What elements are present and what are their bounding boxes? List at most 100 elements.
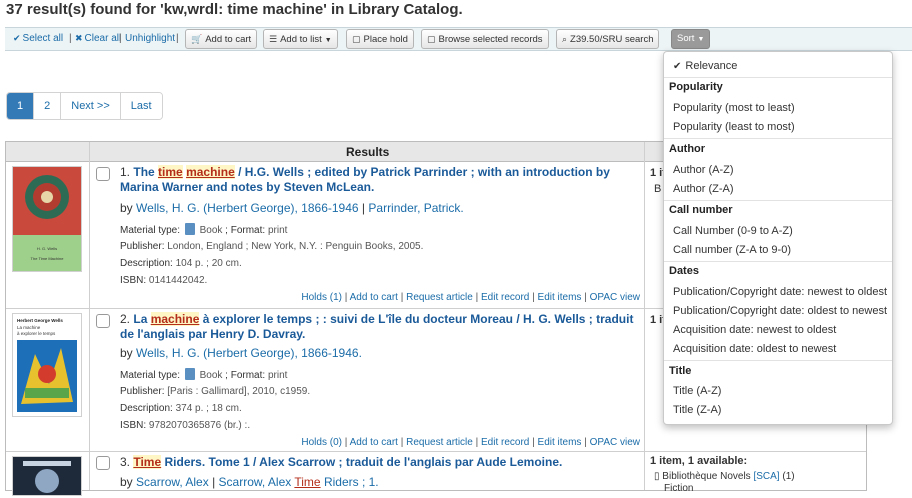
browse-icon: ▢ bbox=[427, 34, 436, 44]
sort-button[interactable]: Sort ▼ bbox=[671, 29, 711, 49]
publisher: Publisher: London, England ; New York, N… bbox=[120, 241, 424, 252]
page-2-link[interactable]: 2 bbox=[34, 93, 62, 119]
sort-option-pubdate-asc[interactable]: Publication/Copyright date: oldest to ne… bbox=[673, 305, 887, 317]
sort-group-popularity: Popularity bbox=[669, 81, 723, 93]
edit-items-link[interactable]: Edit items bbox=[538, 292, 582, 303]
caret-down-icon: ▼ bbox=[697, 36, 705, 43]
toolbar-separator: | bbox=[69, 33, 72, 44]
sort-group-callnumber: Call number bbox=[669, 204, 733, 216]
sort-group-dates: Dates bbox=[669, 265, 699, 277]
place-hold-button[interactable]: ▢ Place hold bbox=[346, 29, 414, 49]
book-cover-illustration: Herbert George Wells La machine à explor… bbox=[13, 314, 81, 416]
sort-dropdown-menu: ✔ Relevance Popularity Popularity (most t… bbox=[663, 51, 893, 425]
cover-image[interactable]: Herbert George Wells La machine à explor… bbox=[12, 313, 82, 417]
edit-items-link[interactable]: Edit items bbox=[538, 437, 582, 448]
cover-image[interactable]: H. G. Wells The Time Machine bbox=[12, 166, 82, 272]
isbn: ISBN: 9782070365876 (br.) :. bbox=[120, 420, 251, 431]
sort-group-author: Author bbox=[669, 143, 706, 155]
sort-option-popularity-asc[interactable]: Popularity (least to most) bbox=[673, 121, 795, 133]
next-page-link[interactable]: Next >> bbox=[61, 93, 121, 119]
result-actions: Holds (1) | Add to cart | Request articl… bbox=[301, 292, 640, 303]
select-checkbox[interactable] bbox=[96, 314, 110, 328]
author-link[interactable]: Scarrow, Alex bbox=[136, 475, 209, 489]
request-article-link[interactable]: Request article bbox=[406, 437, 473, 448]
request-article-link[interactable]: Request article bbox=[406, 292, 473, 303]
hold-icon: ▢ bbox=[352, 34, 361, 44]
browse-selected-button[interactable]: ▢ Browse selected records bbox=[421, 29, 549, 49]
toolbar-separator: | bbox=[176, 33, 179, 44]
sort-option-callnumber-asc[interactable]: Call Number (0-9 to A-Z) bbox=[673, 225, 793, 237]
select-checkbox[interactable] bbox=[96, 167, 110, 181]
sort-option-pubdate-desc[interactable]: Publication/Copyright date: newest to ol… bbox=[673, 286, 887, 298]
sort-option-title-az[interactable]: Title (A-Z) bbox=[673, 385, 721, 397]
author-link[interactable]: Parrinder, Patrick. bbox=[368, 201, 463, 215]
material-type: Material type: Book ; Format: print bbox=[120, 368, 288, 381]
pagination: 1 2 Next >> Last bbox=[6, 92, 163, 120]
sort-group-title: Title bbox=[669, 365, 692, 377]
result-actions: Holds (0) | Add to cart | Request articl… bbox=[301, 437, 640, 448]
add-to-cart-button[interactable]: 🛒 Add to cart bbox=[185, 29, 258, 49]
isbn: ISBN: 0141442042. bbox=[120, 275, 208, 286]
check-icon: ✔ bbox=[673, 61, 682, 72]
sort-option-relevance[interactable]: ✔ Relevance bbox=[673, 60, 737, 72]
opac-view-link[interactable]: OPAC view bbox=[590, 437, 640, 448]
sort-option-title-za[interactable]: Title (Z-A) bbox=[673, 404, 721, 416]
publisher: Publisher: [Paris : Gallimard], 2010, c1… bbox=[120, 386, 311, 397]
caret-down-icon: ▼ bbox=[324, 37, 332, 44]
menu-divider bbox=[664, 138, 892, 139]
results-toolbar: ✔ Select all | ✖ Clear all | Unhighlight |… bbox=[5, 27, 912, 51]
description: Description: 104 p. ; 20 cm. bbox=[120, 258, 242, 269]
unhighlight-link[interactable]: Unhighlight bbox=[125, 33, 175, 44]
toolbar-separator: | bbox=[119, 33, 122, 44]
clear-all-link[interactable]: ✖ Clear all bbox=[75, 33, 121, 44]
description: Description: 374 p. ; 18 cm. bbox=[120, 403, 242, 414]
book-cover-illustration bbox=[13, 457, 81, 495]
page-1-link[interactable]: 1 bbox=[7, 93, 35, 119]
z3950-search-button[interactable]: ⌕ Z39.50/SRU search bbox=[556, 29, 660, 49]
sort-option-popularity-desc[interactable]: Popularity (most to least) bbox=[673, 102, 795, 114]
author-link[interactable]: Wells, H. G. (Herbert George), 1866-1946… bbox=[136, 346, 362, 360]
library-icon: ▯ bbox=[654, 471, 660, 482]
author-link[interactable]: Wells, H. G. (Herbert George), 1866-1946 bbox=[136, 201, 359, 215]
menu-divider bbox=[664, 77, 892, 78]
close-icon: ✖ bbox=[75, 33, 83, 43]
edit-record-link[interactable]: Edit record bbox=[481, 292, 529, 303]
results-column-header: Results bbox=[346, 145, 390, 159]
select-checkbox[interactable] bbox=[96, 456, 110, 470]
sort-option-acqdate-asc[interactable]: Acquisition date: oldest to newest bbox=[673, 343, 836, 355]
list-icon: ☰ bbox=[269, 34, 278, 44]
book-cover-illustration: H. G. Wells The Time Machine bbox=[13, 167, 81, 271]
search-icon: ⌕ bbox=[562, 34, 568, 44]
opac-view-link[interactable]: OPAC view bbox=[590, 292, 640, 303]
edit-record-link[interactable]: Edit record bbox=[481, 437, 529, 448]
holds-link[interactable]: Holds (0) bbox=[301, 437, 342, 448]
add-to-cart-link[interactable]: Add to cart bbox=[350, 292, 398, 303]
availability-heading: 1 item, 1 available: bbox=[650, 455, 748, 467]
sort-option-author-az[interactable]: Author (A-Z) bbox=[673, 164, 734, 176]
result-authors: by Scarrow, Alex | Scarrow, Alex Time Ri… bbox=[120, 475, 379, 489]
result-title[interactable]: 3. Time Riders. Tome 1 / Alex Scarrow ; … bbox=[120, 455, 640, 470]
result-authors: by Wells, H. G. (Herbert George), 1866-1… bbox=[120, 346, 362, 360]
menu-divider bbox=[664, 200, 892, 201]
holds-link[interactable]: Holds (1) bbox=[301, 292, 342, 303]
last-page-link[interactable]: Last bbox=[120, 93, 162, 119]
check-icon: ✔ bbox=[13, 33, 21, 43]
sort-option-acqdate-desc[interactable]: Acquisition date: newest to oldest bbox=[673, 324, 836, 336]
add-to-list-button[interactable]: ☰ Add to list ▼ bbox=[263, 29, 338, 49]
sort-option-callnumber-desc[interactable]: Call number (Z-A to 9-0) bbox=[673, 244, 791, 256]
result-title[interactable]: 2. La machine à explorer le temps ; : su… bbox=[120, 312, 640, 342]
select-all-link[interactable]: ✔ Select all bbox=[13, 33, 63, 44]
availability-line: ▯ Bibliothèque Novels [SCA] (1) bbox=[654, 471, 795, 482]
series-link[interactable]: Scarrow, Alex Time Riders ; 1. bbox=[219, 475, 379, 489]
svg-text:H. G. Wells: H. G. Wells bbox=[37, 246, 57, 251]
book-icon bbox=[184, 223, 195, 235]
result-title[interactable]: 1. The time machine / H.G. Wells ; edite… bbox=[120, 165, 640, 195]
cart-icon: 🛒 bbox=[191, 34, 203, 44]
availability-line: B bbox=[654, 183, 662, 195]
add-to-cart-link[interactable]: Add to cart bbox=[350, 437, 398, 448]
sort-option-author-za[interactable]: Author (Z-A) bbox=[673, 183, 734, 195]
material-type: Material type: Book ; Format: print bbox=[120, 223, 288, 236]
table-row: 3. Time Riders. Tome 1 / Alex Scarrow ; … bbox=[6, 452, 866, 496]
svg-text:La machine: La machine bbox=[17, 325, 41, 330]
cover-image[interactable] bbox=[12, 456, 82, 496]
